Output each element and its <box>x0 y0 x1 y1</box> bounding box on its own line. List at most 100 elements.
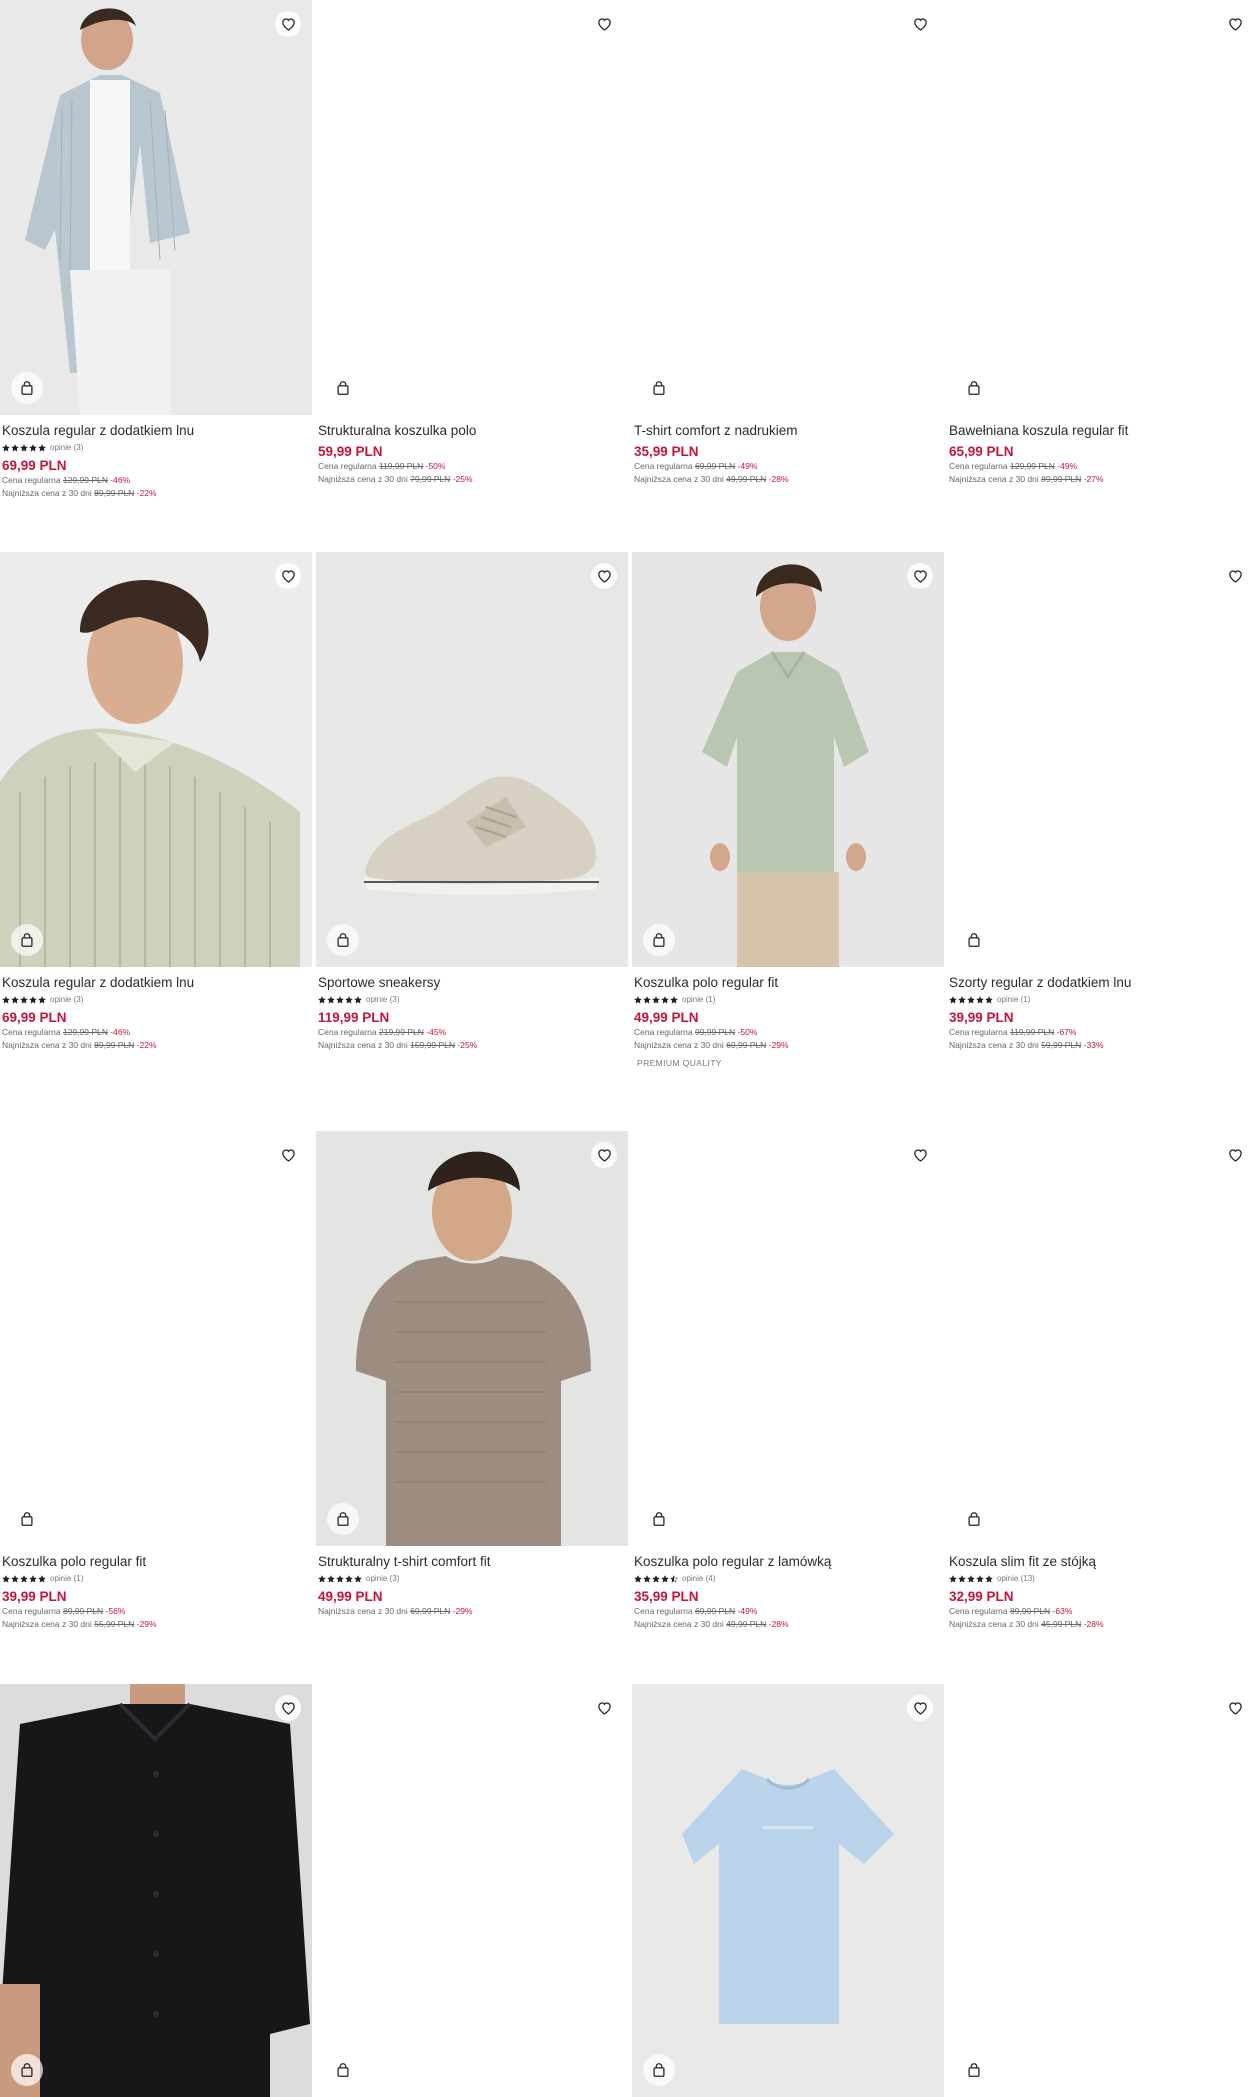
favorite-button[interactable] <box>1222 1695 1248 1721</box>
product-card[interactable] <box>0 1684 312 2097</box>
favorite-button[interactable] <box>591 11 617 37</box>
product-card[interactable]: Strukturalny t-shirt comfort fit opinie (… <box>316 1131 628 1618</box>
favorite-button[interactable] <box>907 1142 933 1168</box>
add-to-cart-button[interactable] <box>327 2054 359 2086</box>
product-image[interactable] <box>947 1131 1250 1546</box>
product-image[interactable] <box>632 0 944 415</box>
star-icon <box>976 995 984 1004</box>
favorite-button[interactable] <box>1222 563 1248 589</box>
product-card[interactable]: Koszula regular z dodatkiem lnu opinie (3… <box>0 552 312 1052</box>
review-count[interactable]: opinie (3) <box>50 443 83 452</box>
favorite-button[interactable] <box>275 1142 301 1168</box>
product-card[interactable]: Koszulka polo regular z lamówką opinie (4… <box>632 1131 944 1631</box>
favorite-button[interactable] <box>907 11 933 37</box>
product-card[interactable]: Koszula regular z dodatkiem lnu opinie (3… <box>0 0 312 500</box>
product-name[interactable]: Koszula regular z dodatkiem lnu <box>2 974 310 991</box>
product-name[interactable]: Strukturalna koszulka polo <box>318 422 626 439</box>
review-count[interactable]: opinie (3) <box>50 995 83 1004</box>
add-to-cart-button[interactable] <box>11 2054 43 2086</box>
product-name[interactable]: Sportowe sneakersy <box>318 974 626 991</box>
star-icon <box>38 995 46 1004</box>
favorite-button[interactable] <box>591 1142 617 1168</box>
review-count[interactable]: opinie (1) <box>50 1574 83 1583</box>
add-to-cart-button[interactable] <box>11 372 43 404</box>
review-count[interactable]: opinie (3) <box>366 995 399 1004</box>
add-to-cart-button[interactable] <box>327 1503 359 1535</box>
product-image[interactable] <box>947 1684 1250 2097</box>
product-card[interactable]: Strukturalna koszulka polo 59,99 PLN Cena … <box>316 0 628 486</box>
add-to-cart-button[interactable] <box>327 924 359 956</box>
product-image[interactable] <box>632 1684 944 2097</box>
favorite-button[interactable] <box>275 563 301 589</box>
old-price: 159,99 PLN <box>410 1040 456 1050</box>
favorite-button[interactable] <box>591 563 617 589</box>
add-to-cart-button[interactable] <box>958 2054 990 2086</box>
product-price: 35,99 PLN <box>634 444 699 459</box>
product-name[interactable]: Bawełniana koszula regular fit <box>949 422 1250 439</box>
add-to-cart-button[interactable] <box>643 2054 675 2086</box>
product-image[interactable] <box>316 0 628 415</box>
favorite-button[interactable] <box>1222 1142 1248 1168</box>
favorite-button[interactable] <box>275 1695 301 1721</box>
product-image[interactable] <box>632 552 944 967</box>
product-image[interactable] <box>947 0 1250 415</box>
add-to-cart-button[interactable] <box>958 1503 990 1535</box>
product-image[interactable] <box>316 1131 628 1546</box>
add-to-cart-button[interactable] <box>327 372 359 404</box>
product-card[interactable]: Koszulka polo regular fit opinie (1) 39,99… <box>0 1131 312 1631</box>
product-name[interactable]: T-shirt comfort z nadrukiem <box>634 422 942 439</box>
old-price: 119,99 PLN <box>1009 1027 1055 1037</box>
product-card[interactable]: T-shirt comfort z nadrukiem 35,99 PLN Cena… <box>632 0 944 486</box>
product-image[interactable] <box>0 1684 312 2097</box>
product-name[interactable]: Szorty regular z dodatkiem lnu <box>949 974 1250 991</box>
product-image[interactable] <box>316 552 628 967</box>
add-to-cart-button[interactable] <box>643 372 675 404</box>
favorite-button[interactable] <box>907 563 933 589</box>
product-card[interactable] <box>947 1684 1250 2097</box>
discount-percent: -46% <box>110 475 131 485</box>
heart-outline-icon <box>913 1148 928 1162</box>
product-image[interactable] <box>0 552 312 967</box>
product-image[interactable] <box>632 1131 944 1546</box>
heart-outline-icon <box>597 1701 612 1715</box>
favorite-button[interactable] <box>275 11 301 37</box>
product-price: 39,99 PLN <box>949 1010 1014 1025</box>
favorite-button[interactable] <box>907 1695 933 1721</box>
product-image[interactable] <box>0 0 312 415</box>
discount-percent: -33% <box>1083 1040 1104 1050</box>
review-count[interactable]: opinie (1) <box>682 995 715 1004</box>
product-name[interactable]: Koszulka polo regular z lamówką <box>634 1553 942 1570</box>
review-count[interactable]: opinie (13) <box>997 1574 1035 1583</box>
product-card[interactable]: Sportowe sneakersy opinie (3) 119,99 PLN Ce… <box>316 552 628 1052</box>
review-count[interactable]: opinie (4) <box>682 1574 715 1583</box>
product-name[interactable]: Koszula regular z dodatkiem lnu <box>2 422 310 439</box>
product-card[interactable]: Bawełniana koszula regular fit 65,99 PLN C… <box>947 0 1250 486</box>
product-image[interactable] <box>947 552 1250 967</box>
product-rating: opinie (3) <box>318 1573 626 1584</box>
review-count[interactable]: opinie (3) <box>366 1574 399 1583</box>
review-count[interactable]: opinie (1) <box>997 995 1030 1004</box>
product-card[interactable] <box>316 1684 628 2097</box>
product-card[interactable]: Koszulka polo regular fit opinie (1) 49,99… <box>632 552 944 1068</box>
add-to-cart-button[interactable] <box>643 1503 675 1535</box>
product-card[interactable]: Koszula slim fit ze stójką opinie (13) 32,… <box>947 1131 1250 1631</box>
product-name[interactable]: Koszula slim fit ze stójką <box>949 1553 1250 1570</box>
favorite-button[interactable] <box>1222 11 1248 37</box>
product-card[interactable] <box>632 1684 944 2097</box>
product-image[interactable] <box>316 1684 628 2097</box>
add-to-cart-button[interactable] <box>958 372 990 404</box>
add-to-cart-button[interactable] <box>11 1503 43 1535</box>
favorite-button[interactable] <box>591 1695 617 1721</box>
product-name[interactable]: Koszulka polo regular fit <box>2 1553 310 1570</box>
add-to-cart-button[interactable] <box>958 924 990 956</box>
product-name[interactable]: Strukturalny t-shirt comfort fit <box>318 1553 626 1570</box>
lowest-price-line: Najniższa cena z 30 dni 69,99 PLN -29% <box>634 1039 942 1052</box>
product-card[interactable]: Szorty regular z dodatkiem lnu opinie (1)… <box>947 552 1250 1052</box>
old-price: 129,99 PLN <box>62 1027 108 1037</box>
product-photo <box>316 552 628 967</box>
add-to-cart-button[interactable] <box>643 924 675 956</box>
add-to-cart-button[interactable] <box>11 924 43 956</box>
product-name[interactable]: Koszulka polo regular fit <box>634 974 942 991</box>
product-image[interactable] <box>0 1131 312 1546</box>
price-label: Cena regularna <box>634 461 693 471</box>
